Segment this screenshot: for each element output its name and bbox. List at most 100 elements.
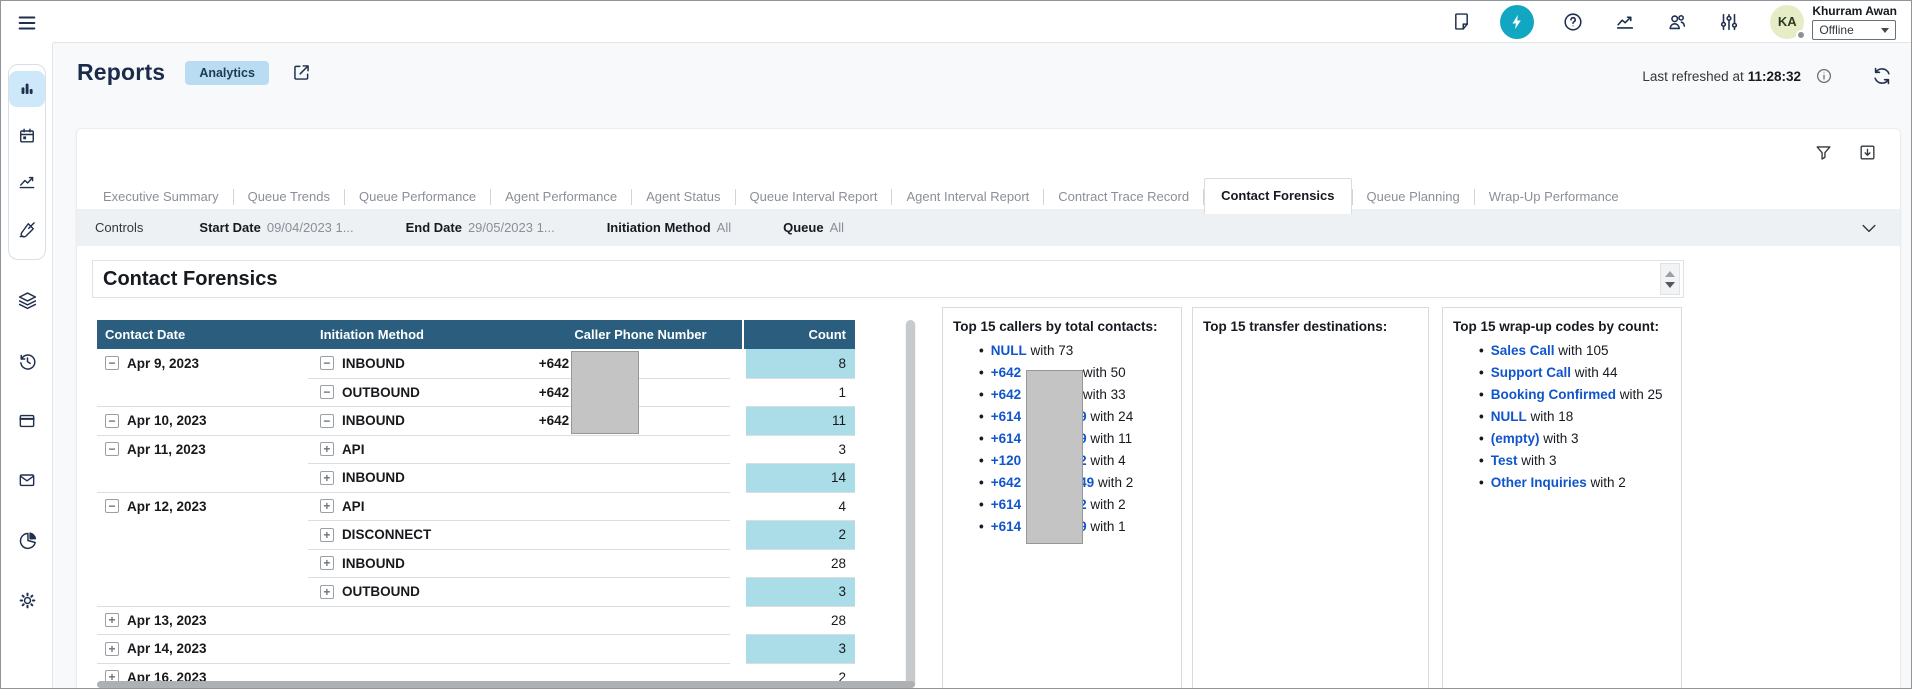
sidebar-item-settings[interactable] (9, 582, 45, 618)
sidebar-item-flows[interactable] (9, 282, 45, 318)
expand-toggle-icon[interactable]: + (320, 442, 334, 456)
contact-date-value: Apr 11, 2023 (127, 442, 206, 457)
notes-button[interactable] (1448, 9, 1474, 35)
sidebar-item-windows[interactable] (9, 403, 45, 439)
panel-link[interactable]: +642 (991, 475, 1021, 490)
status-select[interactable]: Offline (1812, 20, 1896, 40)
expand-toggle-icon[interactable]: − (320, 414, 334, 428)
panel-link[interactable]: +614 (991, 519, 1021, 534)
panel-item-count: with 18 (1527, 409, 1574, 424)
column-gap (730, 349, 746, 378)
preferences-button[interactable] (1716, 9, 1742, 35)
expand-toggle-icon[interactable]: + (320, 471, 334, 485)
cell-contact-date (97, 549, 308, 578)
table-row: +INBOUND28 (97, 549, 855, 578)
filter-queue[interactable]: QueueAll (783, 220, 844, 235)
user-area: KA Khurram Awan Offline (1770, 4, 1897, 40)
table-horizontal-scrollbar[interactable] (97, 681, 915, 688)
column-gap (730, 435, 746, 464)
expand-toggle-icon[interactable]: − (320, 385, 334, 399)
panel-link[interactable]: +614 (991, 409, 1021, 424)
line-chart-icon (17, 173, 37, 193)
section-stepper[interactable] (1660, 263, 1680, 295)
panel-link[interactable]: +642 (991, 387, 1021, 402)
filter-initiation-method[interactable]: Initiation MethodAll (607, 220, 731, 235)
expand-toggle-icon[interactable]: − (105, 442, 119, 456)
filter-value: All (830, 220, 844, 235)
sidebar-item-history[interactable] (9, 343, 45, 379)
cell-count: 8 (746, 349, 855, 378)
panel-link[interactable]: +614 (991, 497, 1021, 512)
column-gap (730, 549, 746, 578)
tab-contact-forensics[interactable]: Contact Forensics (1204, 178, 1351, 214)
section-title-bar: Contact Forensics (92, 260, 1684, 298)
cell-contact-date (97, 463, 308, 492)
agents-button[interactable] (1664, 9, 1690, 35)
expand-toggle-icon[interactable]: − (320, 356, 334, 370)
refresh-button[interactable] (1869, 63, 1895, 89)
panel-link[interactable]: (empty) (1491, 431, 1540, 446)
expand-toggle-icon[interactable]: + (320, 528, 334, 542)
avatar-initials: KA (1778, 14, 1797, 29)
column-header-count[interactable]: Count (744, 320, 855, 349)
expand-toggle-icon[interactable]: + (320, 556, 334, 570)
filter-start-date[interactable]: Start Date09/04/2023 1... (199, 220, 353, 235)
sidebar-item-mail[interactable] (9, 462, 45, 498)
expand-toggle-icon[interactable]: − (105, 414, 119, 428)
avatar[interactable]: KA (1770, 5, 1804, 39)
column-gap (730, 577, 746, 606)
status-dot (1796, 30, 1806, 40)
bullet-icon: • (979, 343, 984, 358)
panel-link[interactable]: NULL (1491, 409, 1527, 424)
open-external-button[interactable] (289, 60, 315, 86)
sidebar-item-metrics[interactable] (9, 165, 45, 201)
panel-link[interactable]: +120 (991, 453, 1021, 468)
help-icon (1562, 11, 1584, 33)
panel-link[interactable]: +642 (991, 365, 1021, 380)
panel-link[interactable]: Support Call (1491, 365, 1571, 380)
panel-link[interactable]: +614 (991, 431, 1021, 446)
help-button[interactable] (1560, 9, 1586, 35)
expand-toggle-icon[interactable]: + (105, 613, 119, 627)
menu-icon[interactable] (14, 12, 40, 34)
expand-toggle-icon[interactable]: + (320, 585, 334, 599)
panel-link[interactable]: Test (1491, 453, 1518, 468)
step-up-icon (1665, 271, 1675, 277)
refresh-info-button[interactable] (1811, 63, 1837, 89)
panel-link[interactable]: Other Inquiries (1491, 475, 1587, 490)
column-header-initiation-method[interactable]: Initiation Method (312, 320, 539, 349)
panel-link[interactable]: Sales Call (1491, 343, 1555, 358)
filter-label: Initiation Method (607, 220, 711, 235)
expand-toggle-icon[interactable]: − (105, 499, 119, 513)
quick-actions-button[interactable] (1500, 5, 1534, 39)
panel-list-item: •Other Inquiries with 2 (1479, 475, 1671, 490)
user-name: Khurram Awan (1812, 4, 1897, 18)
download-button[interactable] (1854, 139, 1880, 165)
table-vertical-scrollbar[interactable] (905, 320, 916, 688)
panel-link[interactable]: NULL (991, 343, 1027, 358)
filter-button[interactable] (1810, 139, 1836, 165)
sidebar-item-reports[interactable] (9, 71, 45, 107)
panel-title: Top 15 wrap-up codes by count: (1453, 319, 1671, 334)
sidebar-item-analytics[interactable] (9, 522, 45, 558)
expand-toggle-icon[interactable]: + (320, 499, 334, 513)
cell-contact-date: +Apr 14, 2023 (97, 634, 308, 663)
expand-toggle-icon[interactable]: − (105, 356, 119, 370)
controls-collapse-button[interactable] (1856, 215, 1882, 241)
column-header-contact-date[interactable]: Contact Date (97, 320, 312, 349)
design-brush-icon (17, 220, 37, 240)
sidebar-item-schedule[interactable] (9, 118, 45, 154)
panel-item-count: with 2 (1087, 497, 1126, 512)
scrollbar-thumb[interactable] (906, 320, 915, 688)
panel-link[interactable]: Booking Confirmed (1491, 387, 1616, 402)
sidebar-item-design[interactable] (9, 212, 45, 248)
panel-transfer-destinations: Top 15 transfer destinations: (1192, 307, 1429, 689)
column-header-caller-phone[interactable]: Caller Phone Number (539, 320, 742, 349)
filter-value: 09/04/2023 1... (267, 220, 354, 235)
expand-toggle-icon[interactable]: + (105, 642, 119, 656)
lightning-icon (1508, 13, 1526, 31)
filter-end-date[interactable]: End Date29/05/2023 1... (406, 220, 555, 235)
contact-forensics-table: Contact Date Initiation Method Caller Ph… (97, 320, 855, 689)
metrics-button[interactable] (1612, 9, 1638, 35)
bullet-icon: • (1479, 409, 1484, 424)
